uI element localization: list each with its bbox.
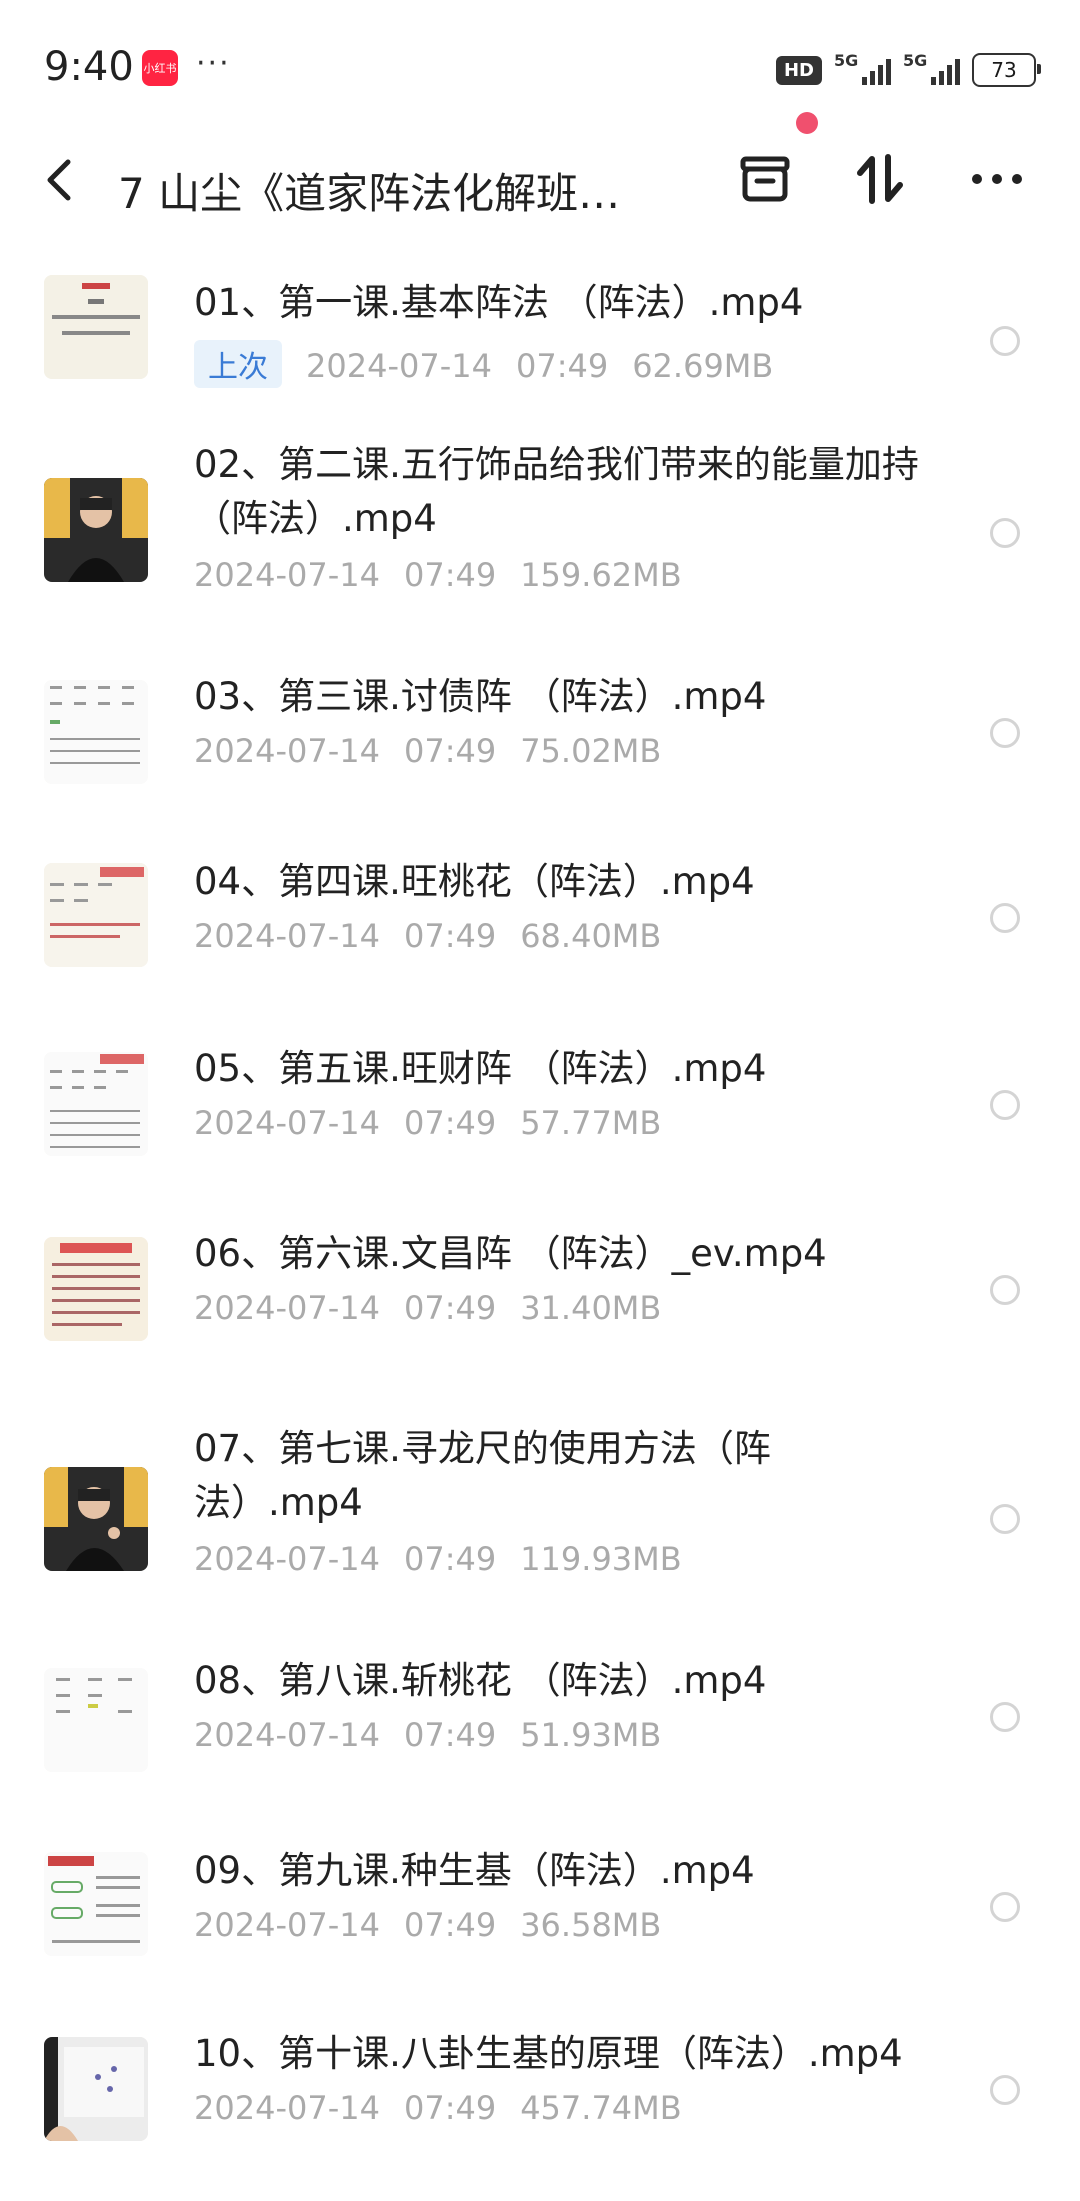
file-name: 02、第二课.五行饰品给我们带来的能量加持（阵法）.mp4 bbox=[194, 443, 919, 540]
video-thumbnail bbox=[44, 478, 148, 582]
file-meta: 2024-07-14 07:49 36.58MB bbox=[194, 1906, 662, 1944]
back-icon[interactable] bbox=[44, 150, 94, 210]
list-item[interactable]: 08、第八课.斩桃花 （阵法）.mp4 2024-07-14 07:49 51.93… bbox=[0, 1638, 1080, 1824]
signal-icon-2: 5G bbox=[903, 51, 960, 85]
video-thumbnail bbox=[44, 1052, 148, 1156]
file-meta: 2024-07-14 07:49 57.77MB bbox=[194, 1104, 662, 1142]
file-meta: 2024-07-14 07:49 31.40MB bbox=[194, 1289, 662, 1327]
select-radio[interactable] bbox=[990, 1275, 1020, 1305]
file-meta: 2024-07-14 07:49 457.74MB bbox=[194, 2089, 682, 2127]
archive-icon[interactable] bbox=[730, 144, 800, 214]
file-name: 10、第十课.八卦生基的原理（阵法）.mp4 bbox=[194, 2032, 903, 2075]
sort-icon[interactable] bbox=[845, 144, 915, 214]
select-radio[interactable] bbox=[990, 1702, 1020, 1732]
select-radio[interactable] bbox=[990, 2075, 1020, 2105]
select-radio[interactable] bbox=[990, 718, 1020, 748]
video-thumbnail bbox=[44, 275, 148, 379]
file-name: 05、第五课.旺财阵 （阵法）.mp4 bbox=[194, 1047, 767, 1090]
notification-dot bbox=[796, 112, 818, 134]
xiaohongshu-app-icon: 小红书 bbox=[142, 50, 178, 86]
list-item[interactable]: 05、第五课.旺财阵 （阵法）.mp4 2024-07-14 07:49 57.77… bbox=[0, 1022, 1080, 1207]
folder-title: 7 山尘《道家阵法化解班… bbox=[118, 169, 621, 218]
last-watched-badge: 上次 bbox=[194, 340, 282, 388]
file-meta: 2024-07-14 07:49 68.40MB bbox=[194, 917, 662, 955]
list-item[interactable]: 01、第一课.基本阵法 （阵法）.mp4 上次 2024-07-14 07:49 62… bbox=[0, 240, 1080, 420]
video-thumbnail bbox=[44, 1467, 148, 1571]
list-item[interactable]: 07、第七课.寻龙尺的使用方法（阵法）.mp4 2024-07-14 07:49 1… bbox=[0, 1422, 1080, 1638]
file-name: 08、第八课.斩桃花 （阵法）.mp4 bbox=[194, 1659, 767, 1702]
file-name: 01、第一课.基本阵法 （阵法）.mp4 bbox=[194, 281, 804, 324]
select-radio[interactable] bbox=[990, 326, 1020, 356]
list-item[interactable]: 04、第四课.旺桃花（阵法）.mp4 2024-07-14 07:49 68.40M… bbox=[0, 835, 1080, 1022]
video-thumbnail bbox=[44, 863, 148, 967]
file-list: 01、第一课.基本阵法 （阵法）.mp4 上次 2024-07-14 07:49 62… bbox=[0, 240, 1080, 2201]
video-thumbnail bbox=[44, 2037, 148, 2141]
select-radio[interactable] bbox=[990, 518, 1020, 548]
file-meta: 2024-07-14 07:49 75.02MB bbox=[194, 732, 662, 770]
status-bar: 9:40 小红书 ··· HD 5G 5G 73 bbox=[0, 0, 1080, 130]
notification-more-icon: ··· bbox=[196, 46, 231, 81]
file-name: 03、第三课.讨债阵 （阵法）.mp4 bbox=[194, 675, 767, 718]
list-item[interactable]: 02、第二课.五行饰品给我们带来的能量加持（阵法）.mp4 2024-07-14… bbox=[0, 420, 1080, 650]
file-name: 09、第九课.种生基（阵法）.mp4 bbox=[194, 1849, 755, 1892]
video-thumbnail bbox=[44, 1668, 148, 1772]
video-thumbnail bbox=[44, 1852, 148, 1956]
select-radio[interactable] bbox=[990, 1504, 1020, 1534]
file-meta: 2024-07-14 07:49 119.93MB bbox=[194, 1540, 682, 1578]
file-name: 04、第四课.旺桃花（阵法）.mp4 bbox=[194, 860, 755, 903]
select-radio[interactable] bbox=[990, 1892, 1020, 1922]
file-meta: 2024-07-14 07:49 159.62MB bbox=[194, 556, 682, 594]
list-item[interactable]: 06、第六课.文昌阵 （阵法）_ev.mp4 2024-07-14 07:49 31… bbox=[0, 1207, 1080, 1422]
list-item[interactable]: 03、第三课.讨债阵 （阵法）.mp4 2024-07-14 07:49 75.02… bbox=[0, 650, 1080, 835]
video-thumbnail bbox=[44, 1237, 148, 1341]
select-radio[interactable] bbox=[990, 903, 1020, 933]
file-meta: 2024-07-14 07:49 51.93MB bbox=[194, 1716, 662, 1754]
signal-icon-1: 5G bbox=[834, 51, 891, 85]
list-item[interactable]: 09、第九课.种生基（阵法）.mp4 2024-07-14 07:49 36.58M… bbox=[0, 1824, 1080, 2011]
video-thumbnail bbox=[44, 680, 148, 784]
hd-voice-icon: HD bbox=[775, 55, 822, 85]
file-name: 07、第七课.寻龙尺的使用方法（阵法）.mp4 bbox=[194, 1427, 771, 1524]
file-meta: 上次 2024-07-14 07:49 62.69MB bbox=[194, 340, 797, 388]
status-time: 9:40 bbox=[44, 44, 134, 90]
status-indicators: HD 5G 5G 73 bbox=[775, 50, 1041, 90]
select-radio[interactable] bbox=[990, 1090, 1020, 1120]
file-name: 06、第六课.文昌阵 （阵法）_ev.mp4 bbox=[194, 1232, 827, 1275]
top-bar: 7 山尘《道家阵法化解班… bbox=[0, 130, 1080, 240]
battery-icon: 73 bbox=[972, 53, 1041, 87]
list-item[interactable]: 10、第十课.八卦生基的原理（阵法）.mp4 2024-07-14 07:49 45… bbox=[0, 2011, 1080, 2201]
more-icon[interactable] bbox=[962, 144, 1032, 214]
